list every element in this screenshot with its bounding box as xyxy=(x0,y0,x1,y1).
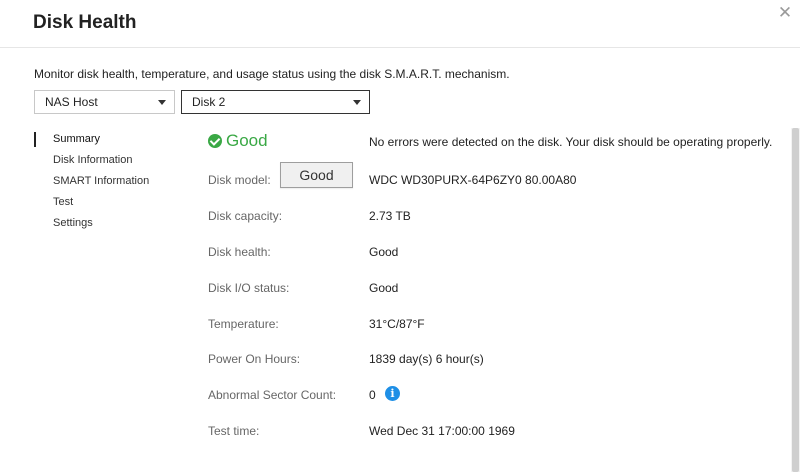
test-time-value: Wed Dec 31 17:00:00 1969 xyxy=(369,424,515,438)
info-icon[interactable]: i xyxy=(385,386,400,401)
nav-item-disk-information[interactable]: Disk Information xyxy=(34,152,184,173)
disk-select[interactable]: Disk 2 xyxy=(181,90,370,114)
disk-model-label: Disk model: xyxy=(208,173,271,187)
abnormal-sector-count-label: Abnormal Sector Count: xyxy=(208,388,337,402)
nav-item-smart-information[interactable]: SMART Information xyxy=(34,173,184,194)
temperature-label: Temperature: xyxy=(208,317,279,331)
abnormal-sector-count-value: 0 xyxy=(369,388,376,402)
host-select[interactable]: NAS Host xyxy=(34,90,175,114)
temperature-value: 31°C/87°F xyxy=(369,317,425,331)
disk-capacity-label: Disk capacity: xyxy=(208,209,283,223)
scrollbar-thumb[interactable] xyxy=(792,128,799,472)
disk-io-status-label: Disk I/O status: xyxy=(208,281,290,295)
disk-select-value: Disk 2 xyxy=(192,95,226,109)
disk-model-value: WDC WD30PURX-64P6ZY0 80.00A80 xyxy=(369,173,577,187)
disk-health-value: Good xyxy=(369,245,399,259)
chevron-down-icon xyxy=(158,100,166,105)
check-circle-icon xyxy=(208,134,222,148)
nav-item-test[interactable]: Test xyxy=(34,194,184,215)
host-select-value: NAS Host xyxy=(45,95,98,109)
health-status-text: Good xyxy=(226,131,268,150)
health-status: Good xyxy=(208,131,268,151)
nav-item-settings[interactable]: Settings xyxy=(34,215,184,236)
dialog-description: Monitor disk health, temperature, and us… xyxy=(34,67,510,81)
scrollbar[interactable] xyxy=(791,128,800,472)
dialog-header: Disk Health ✕ xyxy=(0,0,800,48)
test-time-label: Test time: xyxy=(208,424,260,438)
disk-health-label: Disk health: xyxy=(208,245,271,259)
chevron-down-icon xyxy=(353,100,361,105)
disk-io-status-value: Good xyxy=(369,281,399,295)
disk-capacity-value: 2.73 TB xyxy=(369,209,411,223)
nav-item-summary[interactable]: Summary xyxy=(34,131,184,152)
power-on-hours-value: 1839 day(s) 6 hour(s) xyxy=(369,352,484,366)
side-nav: Summary Disk Information SMART Informati… xyxy=(34,131,184,236)
good-button[interactable]: Good xyxy=(280,162,353,188)
power-on-hours-label: Power On Hours: xyxy=(208,352,301,366)
dialog-title: Disk Health xyxy=(33,12,137,33)
health-status-message: No errors were detected on the disk. You… xyxy=(369,135,773,149)
close-icon[interactable]: ✕ xyxy=(777,4,793,21)
